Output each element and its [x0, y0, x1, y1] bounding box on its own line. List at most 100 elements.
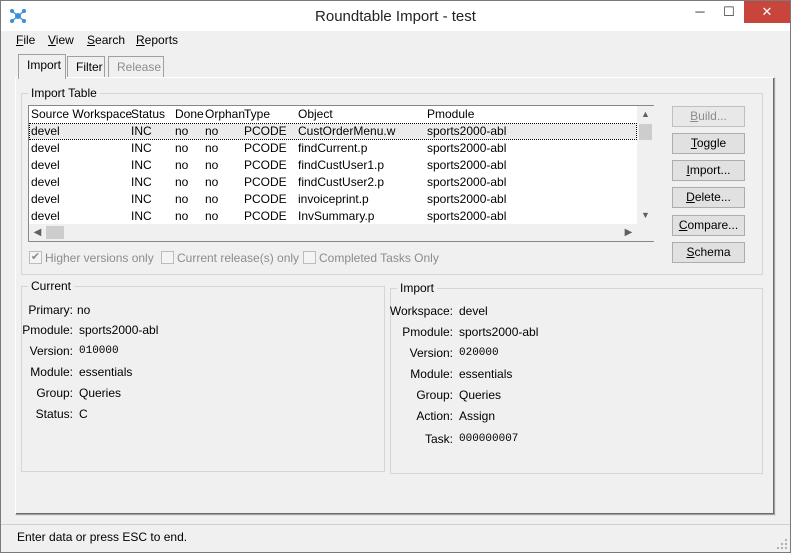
- col-type[interactable]: Type: [244, 107, 270, 121]
- import-pmodule-label: Pmodule:: [402, 325, 453, 339]
- menu-reports[interactable]: Reports: [136, 33, 178, 47]
- scroll-up-icon[interactable]: ▲: [637, 106, 654, 123]
- cell-source-workspace: devel: [31, 192, 60, 206]
- cell-done: no: [175, 175, 189, 189]
- delete-label: elete...: [694, 190, 731, 204]
- col-status[interactable]: Status: [131, 107, 165, 121]
- menu-bar: File View Search Reports: [1, 31, 790, 51]
- cell-done: no: [175, 158, 189, 172]
- cell-type: PCODE: [244, 209, 287, 223]
- current-legend: Current: [28, 279, 75, 293]
- close-button[interactable]: ✕: [744, 1, 790, 23]
- current-module-label: Module:: [30, 365, 73, 379]
- build-label: uild...: [698, 109, 727, 123]
- import-table-legend: Import Table: [28, 86, 100, 100]
- current-group: Current: [21, 279, 385, 472]
- import-workspace-value: devel: [459, 304, 488, 318]
- cell-pmodule: sports2000-abl: [427, 124, 507, 138]
- cell-done: no: [175, 141, 189, 155]
- minimize-button[interactable]: ─: [685, 1, 715, 23]
- table-row[interactable]: devel INC no no PCODE CustOrderMenu.w sp…: [29, 123, 637, 140]
- tab-import[interactable]: Import: [18, 54, 66, 79]
- cell-type: PCODE: [244, 175, 287, 189]
- schema-button[interactable]: Schema: [672, 242, 745, 263]
- window-title: Roundtable Import - test: [315, 8, 476, 25]
- delete-mnemonic: D: [686, 190, 695, 204]
- compare-button[interactable]: Compare...: [672, 215, 745, 236]
- menu-view-mnemonic: V: [48, 33, 56, 47]
- menu-search-rest: earch: [95, 33, 126, 47]
- current-primary-label: Primary:: [28, 303, 73, 317]
- menu-search-mnemonic: S: [87, 33, 96, 47]
- tab-filter[interactable]: Filter: [67, 56, 105, 78]
- col-pmodule[interactable]: Pmodule: [427, 107, 474, 121]
- higher-versions-label: Higher versions only: [45, 251, 154, 265]
- scroll-down-icon[interactable]: ▼: [637, 207, 654, 224]
- table-row[interactable]: devel INC no no PCODE InvSummary.p sport…: [29, 208, 637, 225]
- horizontal-scroll-thumb[interactable]: [46, 226, 64, 239]
- scrollbar-corner: [637, 224, 654, 241]
- import-button[interactable]: Import...: [672, 160, 745, 181]
- cell-orphan: no: [205, 124, 219, 138]
- cell-object: findCurrent.p: [298, 141, 368, 155]
- cell-source-workspace: devel: [31, 158, 60, 172]
- col-orphan[interactable]: Orphan: [205, 107, 245, 121]
- current-release-label: Current release(s) only: [177, 251, 300, 265]
- delete-button[interactable]: Delete...: [672, 187, 745, 208]
- horizontal-scrollbar[interactable]: ◀ ▶: [29, 224, 637, 241]
- resize-grip-icon[interactable]: [776, 538, 788, 550]
- col-source-workspace[interactable]: Source Workspace: [31, 107, 132, 121]
- toggle-button[interactable]: Toggle: [672, 133, 745, 154]
- maximize-button[interactable]: ☐: [714, 1, 744, 23]
- vertical-scrollbar[interactable]: ▲ ▼: [637, 106, 654, 224]
- current-version-value: 010000: [79, 345, 119, 357]
- table-row[interactable]: devel INC no no PCODE invoiceprint.p spo…: [29, 191, 637, 208]
- col-done[interactable]: Done: [175, 107, 204, 121]
- table-row[interactable]: devel INC no no PCODE findCustUser1.p sp…: [29, 157, 637, 174]
- compare-label: ompare...: [687, 218, 739, 232]
- import-version-label: Version:: [409, 346, 453, 360]
- tab-release: Release: [108, 56, 164, 78]
- vertical-scroll-thumb[interactable]: [639, 124, 652, 140]
- cell-orphan: no: [205, 209, 219, 223]
- cell-type: PCODE: [244, 158, 287, 172]
- cell-type: PCODE: [244, 141, 287, 155]
- title-bar: Roundtable Import - test ─ ☐ ✕: [1, 1, 790, 31]
- menu-search[interactable]: Search: [87, 33, 125, 47]
- cell-pmodule: sports2000-abl: [427, 158, 507, 172]
- cell-object: CustOrderMenu.w: [298, 124, 396, 138]
- cell-object: findCustUser2.p: [298, 175, 385, 189]
- import-pmodule-value: sports2000-abl: [459, 325, 539, 339]
- menu-reports-rest: eports: [144, 33, 179, 47]
- cell-orphan: no: [205, 175, 219, 189]
- cell-source-workspace: devel: [31, 175, 60, 189]
- import-task-value: 000000007: [459, 433, 519, 445]
- cell-status: INC: [131, 192, 152, 206]
- build-mnemonic: B: [690, 109, 699, 123]
- schema-label: chema: [694, 245, 731, 259]
- cell-orphan: no: [205, 192, 219, 206]
- import-action-value: Assign: [459, 409, 496, 423]
- table-row[interactable]: devel INC no no PCODE findCurrent.p spor…: [29, 140, 637, 157]
- current-status-label: Status:: [35, 407, 73, 421]
- import-action-label: Action:: [416, 409, 453, 423]
- col-object[interactable]: Object: [298, 107, 333, 121]
- scroll-left-icon[interactable]: ◀: [29, 224, 46, 241]
- menu-view[interactable]: View: [48, 33, 74, 47]
- import-group-value: Queries: [459, 388, 502, 402]
- table-header: Source Workspace Status Done Orphan Type…: [29, 106, 637, 123]
- import-table[interactable]: Source Workspace Status Done Orphan Type…: [28, 105, 654, 242]
- current-pmodule-value: sports2000-abl: [79, 323, 159, 337]
- current-primary-value: no: [77, 303, 91, 317]
- cell-type: PCODE: [244, 192, 287, 206]
- toggle-label: oggle: [696, 136, 727, 150]
- cell-status: INC: [131, 209, 152, 223]
- scroll-right-icon[interactable]: ▶: [620, 224, 637, 241]
- menu-file[interactable]: File: [16, 33, 35, 47]
- current-group-label: Group:: [36, 386, 73, 400]
- cell-status: INC: [131, 158, 152, 172]
- cell-source-workspace: devel: [31, 141, 60, 155]
- cell-status: INC: [131, 124, 152, 138]
- table-row[interactable]: devel INC no no PCODE findCustUser2.p sp…: [29, 174, 637, 191]
- cell-done: no: [175, 209, 189, 223]
